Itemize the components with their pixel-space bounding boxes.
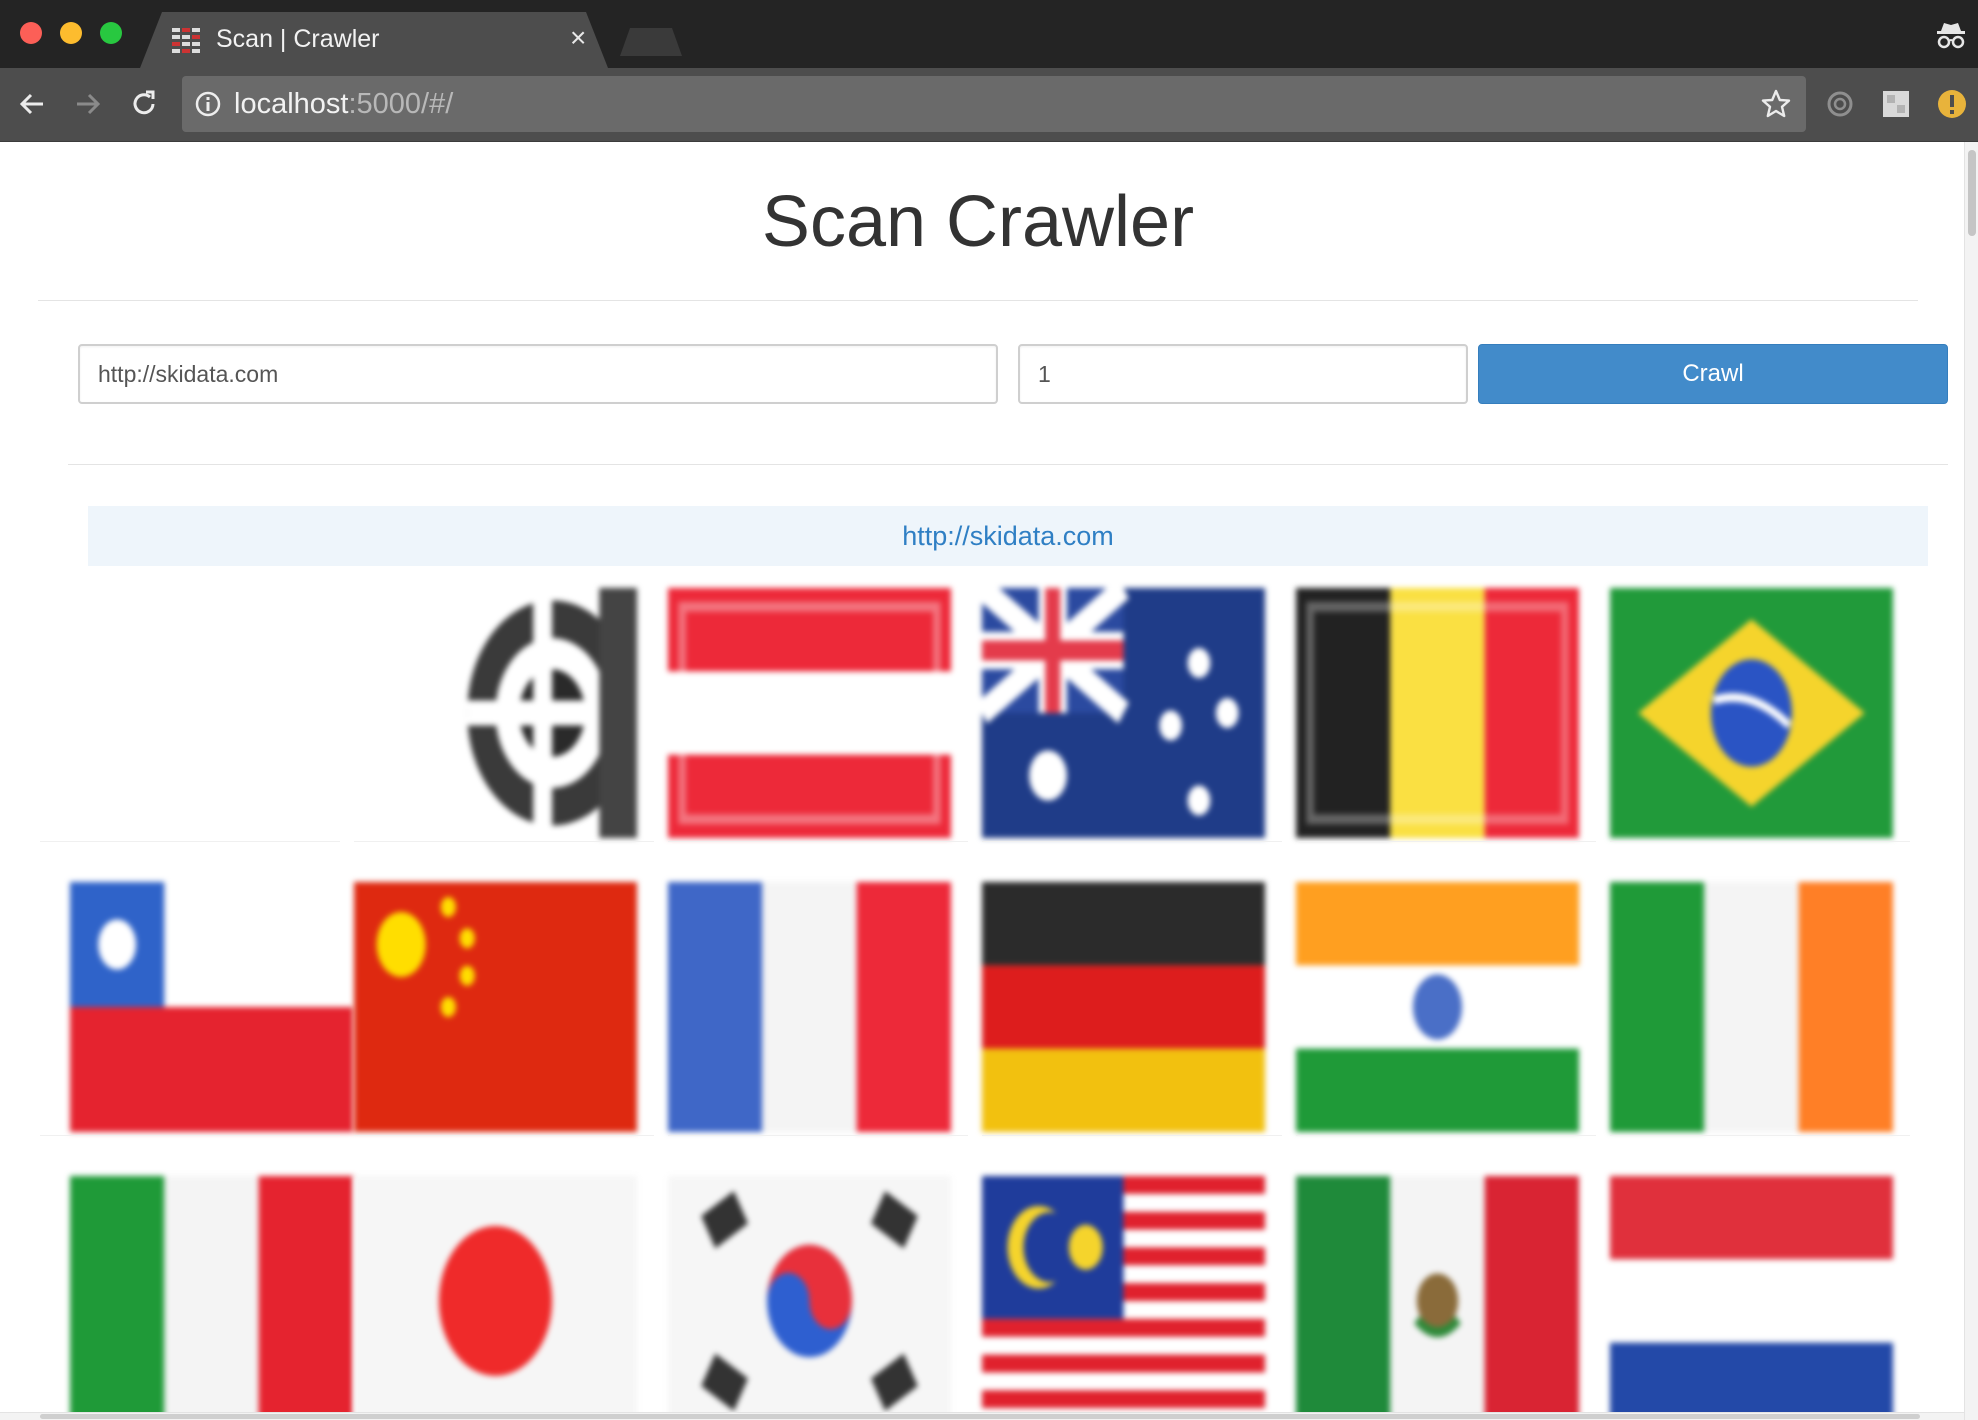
- logo-pattern-image: [354, 588, 637, 838]
- browser-titlebar: Scan | Crawler ×: [0, 0, 1978, 68]
- image-tile[interactable]: [1610, 588, 1910, 842]
- extension-icon[interactable]: [1824, 88, 1856, 120]
- south-korea-flag-image: [668, 1176, 951, 1412]
- chile-flag-image: [70, 882, 353, 1132]
- ireland-flag-image: [1610, 882, 1893, 1132]
- browser-tab-active[interactable]: Scan | Crawler ×: [140, 12, 608, 68]
- forward-button[interactable]: [68, 84, 108, 124]
- minimize-window-button[interactable]: [60, 22, 82, 44]
- browser-toolbar: localhost:5000/#/: [0, 68, 1978, 142]
- back-icon: [19, 93, 43, 115]
- image-tile[interactable]: [982, 588, 1282, 842]
- italy-flag-image: [70, 1176, 353, 1412]
- bookmark-star-icon[interactable]: [1760, 88, 1792, 120]
- image-tile[interactable]: [668, 882, 968, 1136]
- divider: [38, 300, 1918, 301]
- image-tile[interactable]: [982, 882, 1282, 1136]
- forward-icon: [77, 93, 101, 115]
- china-flag-image: [354, 882, 637, 1132]
- blank-image: [40, 588, 323, 838]
- result-url-link[interactable]: http://skidata.com: [902, 521, 1114, 552]
- mexico-flag-image: [1296, 1176, 1579, 1412]
- image-tile[interactable]: [1296, 1176, 1596, 1412]
- japan-flag-image: [354, 1176, 637, 1412]
- vertical-scrollbar[interactable]: [1964, 142, 1978, 1420]
- image-tile[interactable]: [40, 588, 340, 842]
- zoom-window-button[interactable]: [100, 22, 122, 44]
- info-icon: [195, 91, 221, 117]
- image-tile[interactable]: [354, 882, 654, 1136]
- india-flag-image: [1296, 882, 1579, 1132]
- crawl-button[interactable]: Crawl: [1478, 344, 1948, 404]
- image-tile[interactable]: [1610, 1176, 1910, 1412]
- austria-flag-image: [668, 588, 951, 838]
- image-tile[interactable]: [40, 1176, 353, 1412]
- depth-input[interactable]: [1018, 344, 1468, 404]
- url-input[interactable]: [78, 344, 998, 404]
- image-tile[interactable]: [668, 588, 968, 842]
- netherlands-flag-image: [1610, 1176, 1893, 1412]
- image-tile[interactable]: [354, 588, 654, 842]
- divider: [68, 464, 1948, 465]
- brazil-flag-image: [1610, 588, 1893, 838]
- incognito-icon: [1937, 23, 1965, 49]
- reload-icon: [133, 90, 155, 115]
- new-tab-button[interactable]: [620, 28, 682, 56]
- image-tile[interactable]: [1296, 588, 1596, 842]
- extension-icon[interactable]: [1880, 88, 1912, 120]
- image-tile[interactable]: [40, 882, 353, 1136]
- scrollbar-thumb[interactable]: [1968, 150, 1976, 236]
- germany-flag-image: [982, 882, 1265, 1132]
- page-title: Scan Crawler: [761, 182, 1195, 262]
- scrollbar-thumb[interactable]: [40, 1414, 1920, 1419]
- image-tile[interactable]: [1296, 882, 1596, 1136]
- address-bar[interactable]: localhost:5000/#/: [182, 76, 1806, 132]
- australia-flag-image: [982, 588, 1265, 838]
- reload-button[interactable]: [124, 84, 164, 124]
- image-tile[interactable]: [1610, 882, 1910, 1136]
- close-window-button[interactable]: [20, 22, 42, 44]
- close-icon[interactable]: ×: [570, 22, 586, 54]
- image-tile[interactable]: [354, 1176, 654, 1412]
- horizontal-scrollbar[interactable]: [0, 1412, 1964, 1420]
- page-content: Scan Crawler Crawl http://skidata.com: [0, 142, 1964, 1412]
- address-url: localhost:5000/#/: [234, 88, 454, 120]
- favicon-icon: [172, 28, 200, 53]
- tab-title: Scan | Crawler: [216, 25, 380, 53]
- image-tile[interactable]: [982, 1176, 1282, 1412]
- result-url-header: http://skidata.com: [88, 506, 1928, 566]
- image-tile[interactable]: [668, 1176, 968, 1412]
- malaysia-flag-image: [982, 1176, 1265, 1412]
- belgium-flag-image: [1296, 588, 1579, 838]
- back-button[interactable]: [12, 84, 52, 124]
- warning-icon[interactable]: [1936, 88, 1968, 120]
- france-flag-image: [668, 882, 951, 1132]
